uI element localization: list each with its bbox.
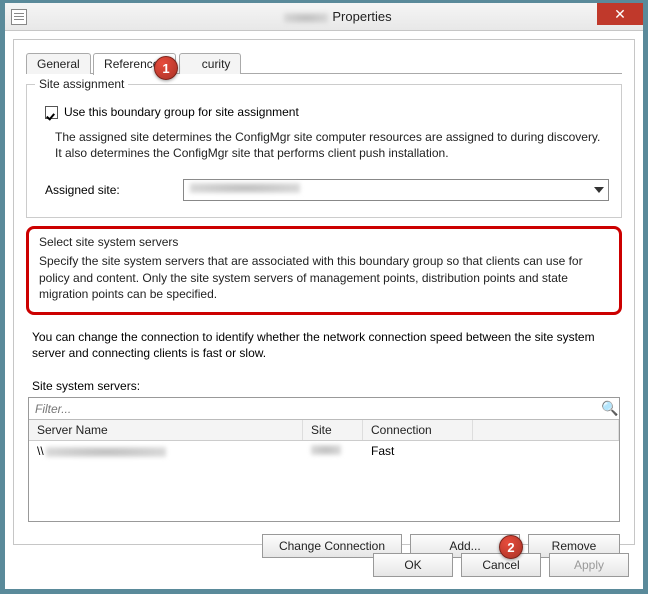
select-servers-legend: Select site system servers	[39, 235, 609, 249]
window-icon	[11, 9, 27, 25]
properties-dialog: Properties ✕ General References curity 1…	[4, 2, 644, 590]
assigned-site-combo[interactable]	[183, 179, 609, 201]
cancel-button[interactable]: Cancel	[461, 553, 541, 577]
col-site[interactable]: Site	[303, 420, 363, 440]
site-assignment-description: The assigned site determines the ConfigM…	[55, 129, 609, 161]
col-server-name[interactable]: Server Name	[29, 420, 303, 440]
select-servers-highlight: Select site system servers Specify the s…	[26, 226, 622, 315]
title-bar: Properties ✕	[5, 3, 643, 31]
use-boundary-label: Use this boundary group for site assignm…	[64, 105, 299, 119]
select-servers-text: Specify the site system servers that are…	[39, 253, 609, 302]
chevron-down-icon	[594, 187, 604, 193]
connection-note: You can change the connection to identif…	[32, 329, 616, 361]
references-panel: Site assignment Use this boundary group …	[26, 74, 622, 536]
table-row[interactable]: \\ Fast	[29, 441, 619, 461]
client-area: General References curity 1 Site assignm…	[13, 39, 635, 545]
tab-security[interactable]: curity	[179, 53, 242, 74]
servers-listbox: 🔍 Server Name Site Connection \\ Fast	[28, 397, 620, 522]
close-button[interactable]: ✕	[597, 3, 643, 25]
filter-input[interactable]	[29, 399, 601, 419]
col-spacer	[473, 420, 619, 440]
ok-button[interactable]: OK	[373, 553, 453, 577]
site-assignment-legend: Site assignment	[35, 77, 128, 91]
callout-1: 1	[154, 56, 178, 80]
col-connection[interactable]: Connection	[363, 420, 473, 440]
servers-label: Site system servers:	[32, 379, 616, 393]
tab-strip: General References curity	[26, 52, 622, 74]
search-icon[interactable]: 🔍	[601, 400, 619, 417]
servers-list-body[interactable]: \\ Fast	[29, 441, 619, 521]
tab-general[interactable]: General	[26, 53, 91, 74]
use-boundary-checkbox[interactable]	[45, 106, 58, 119]
window-title: Properties	[33, 9, 643, 24]
site-assignment-group: Site assignment Use this boundary group …	[26, 84, 622, 218]
column-headers: Server Name Site Connection	[29, 420, 619, 441]
apply-button: Apply	[549, 553, 629, 577]
dialog-buttons: OK Cancel Apply	[373, 553, 629, 577]
assigned-site-label: Assigned site:	[45, 183, 175, 197]
